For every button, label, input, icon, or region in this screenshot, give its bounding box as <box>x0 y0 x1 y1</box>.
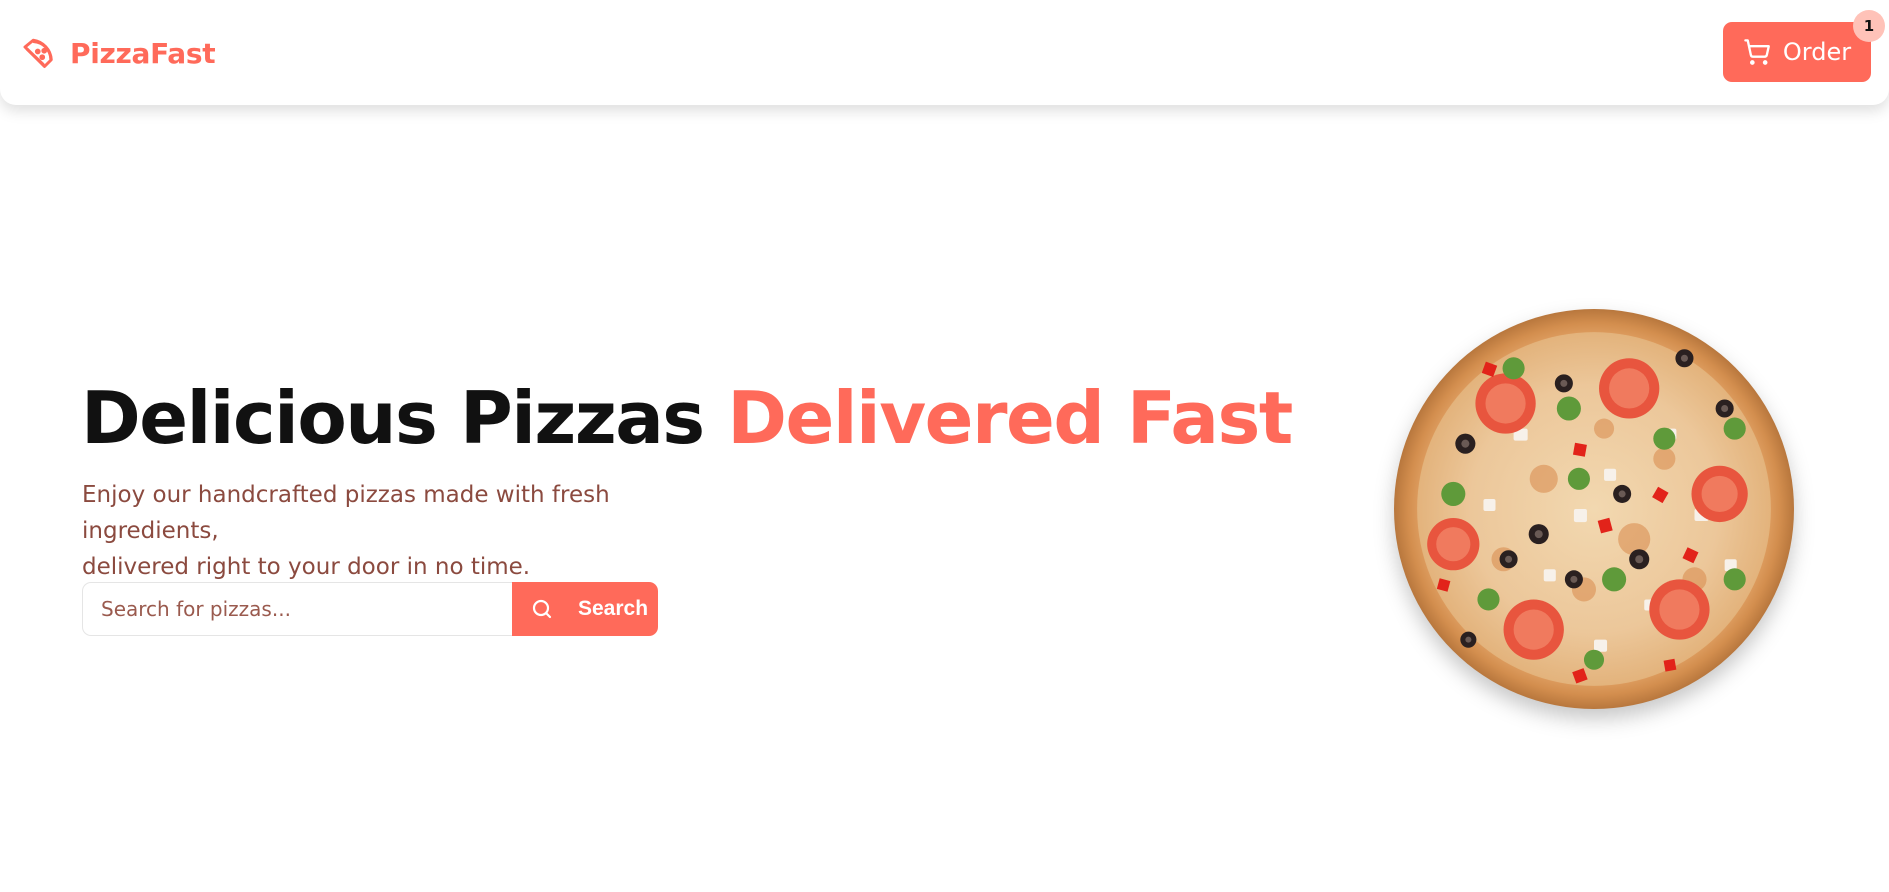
hero-title-accent: Delivered Fast <box>727 376 1293 460</box>
search-button-label: Search <box>578 597 649 620</box>
cart-count-badge: 1 <box>1853 10 1885 42</box>
hero-title: Delicious Pizzas Delivered Fast <box>81 372 1293 464</box>
search-button[interactable]: Search <box>512 582 658 636</box>
brand-logo[interactable]: PizzaFast <box>22 34 216 72</box>
navbar: PizzaFast Order <box>0 0 1889 105</box>
order-button[interactable]: Order <box>1723 22 1871 82</box>
hero-subtitle: Enjoy our handcrafted pizzas made with f… <box>82 477 742 585</box>
search-input[interactable] <box>82 582 512 636</box>
hero-title-main: Delicious Pizzas <box>81 376 705 460</box>
order-button-label: Order <box>1782 38 1852 66</box>
search-icon <box>532 599 552 619</box>
search-bar: Search <box>82 582 658 636</box>
brand-name: PizzaFast <box>70 36 216 70</box>
hero-subtitle-line-1: Enjoy our handcrafted pizzas made with f… <box>82 482 610 544</box>
shopping-cart-icon <box>1744 39 1770 65</box>
vegetable-pizza-illustration <box>1394 309 1794 709</box>
hero-subtitle-line-2: delivered right to your door in no time. <box>82 554 531 580</box>
pizza-image <box>1393 308 1795 710</box>
pizza-slice-icon <box>23 38 53 68</box>
